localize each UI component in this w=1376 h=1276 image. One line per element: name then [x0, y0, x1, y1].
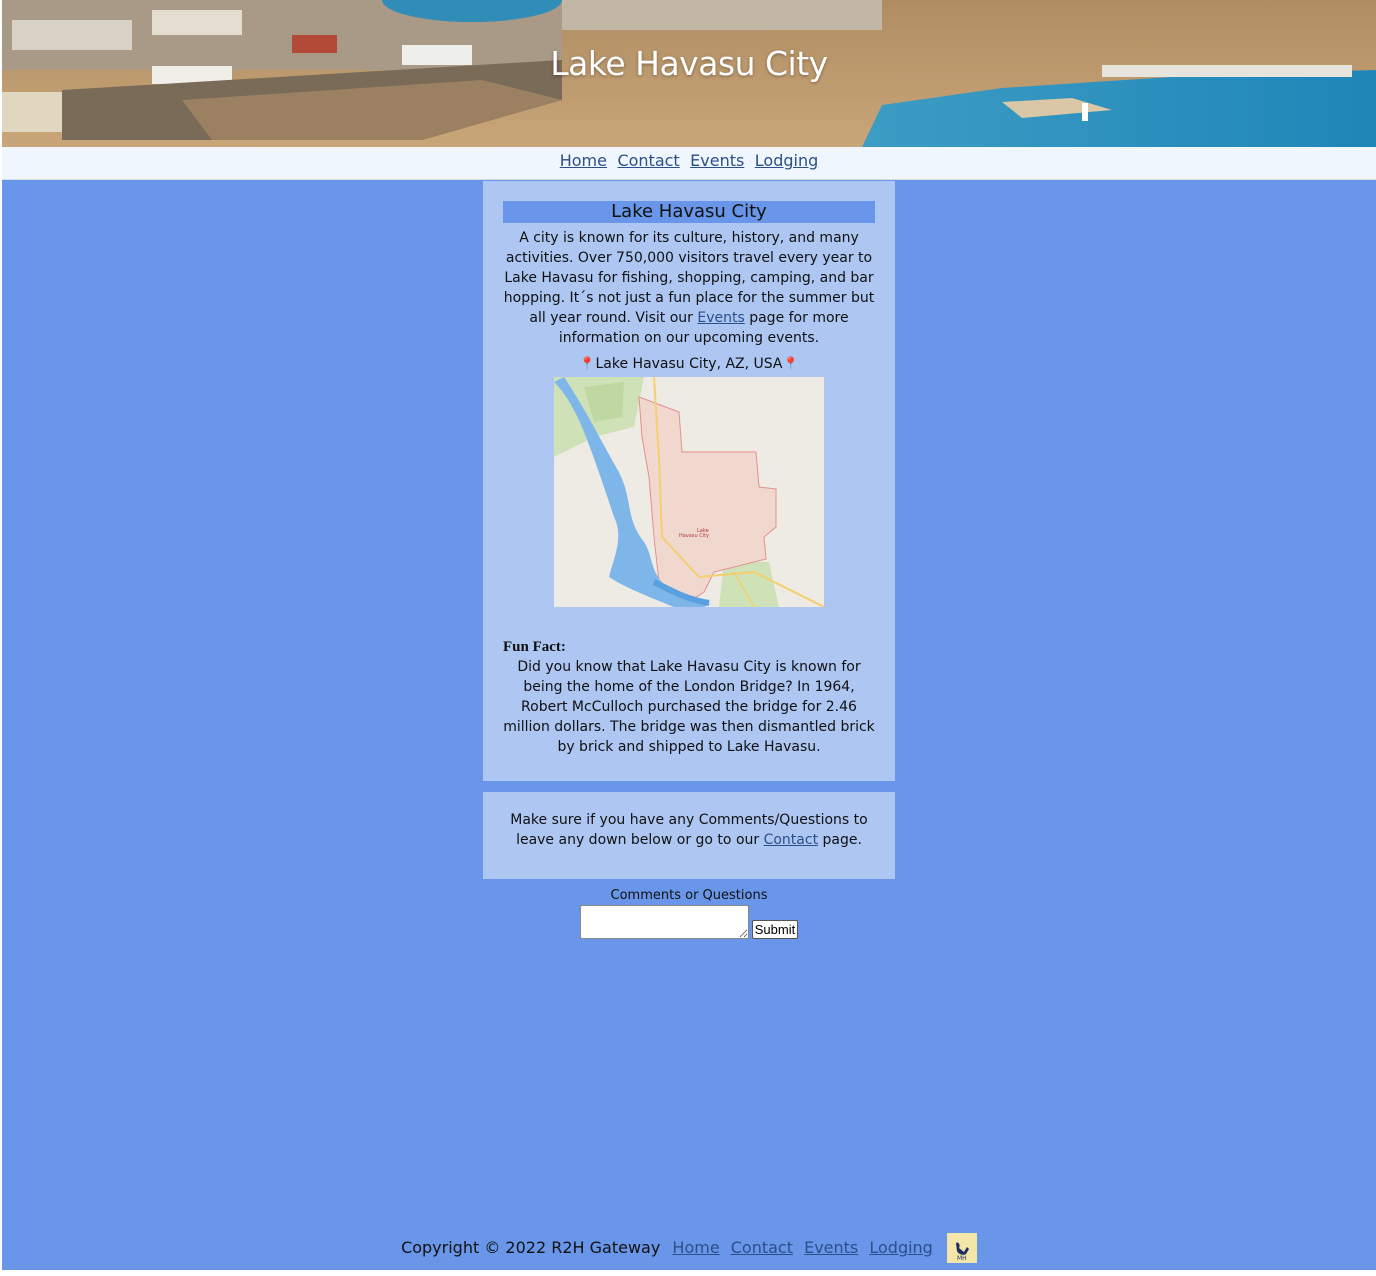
- location-line: 📍Lake Havasu City, AZ, USA📍: [503, 354, 875, 375]
- logo-graphic: MH: [955, 1242, 969, 1262]
- comments-textarea[interactable]: [579, 905, 749, 939]
- pin-icon-right: 📍: [782, 357, 799, 372]
- submit-button[interactable]: Submit: [751, 920, 799, 939]
- comments-text-end: page.: [818, 832, 862, 848]
- section-heading: Lake Havasu City: [503, 201, 875, 223]
- main-card: Lake Havasu City A city is known for its…: [483, 181, 895, 781]
- map-graphic: Lake Havasu City: [554, 377, 824, 607]
- funfact-title: Fun Fact:: [503, 639, 566, 655]
- form-row: Submit: [483, 905, 895, 939]
- footer-inner: Copyright © 2022 R2H Gateway Home Contac…: [401, 1237, 936, 1259]
- nav-lodging-link[interactable]: Lodging: [755, 151, 818, 170]
- funfact-text: Did you know that Lake Havasu City is kn…: [503, 659, 875, 755]
- page: Lake Havasu City Home Contact Events Lod…: [2, 0, 1376, 1270]
- comment-form: Comments or Questions Submit: [483, 887, 895, 939]
- nav-home-link[interactable]: Home: [560, 151, 607, 170]
- svg-text:MH: MH: [957, 1255, 967, 1262]
- footer: Copyright © 2022 R2H Gateway Home Contac…: [2, 1233, 1376, 1265]
- copyright-text: Copyright © 2022 R2H Gateway: [401, 1238, 661, 1257]
- location-label: Lake Havasu City, AZ, USA: [595, 356, 783, 372]
- hero-banner: Lake Havasu City: [2, 0, 1376, 147]
- footer-home-link[interactable]: Home: [672, 1238, 719, 1257]
- svg-text:Havasu City: Havasu City: [679, 533, 709, 539]
- footer-contact-link[interactable]: Contact: [731, 1238, 793, 1257]
- comments-card: Make sure if you have any Comments/Quest…: [483, 792, 895, 879]
- nav-contact-link[interactable]: Contact: [617, 151, 679, 170]
- site-title: Lake Havasu City: [550, 44, 828, 83]
- top-nav: Home Contact Events Lodging: [2, 147, 1376, 180]
- pin-icon: 📍: [579, 357, 596, 372]
- intro-paragraph: A city is known for its culture, history…: [503, 228, 875, 348]
- footer-events-link[interactable]: Events: [804, 1238, 858, 1257]
- nav-events-link[interactable]: Events: [690, 151, 744, 170]
- city-map[interactable]: Lake Havasu City: [554, 377, 824, 607]
- contact-inline-link[interactable]: Contact: [764, 832, 818, 848]
- footer-lodging-link[interactable]: Lodging: [869, 1238, 932, 1257]
- brand-logo-icon: MH: [946, 1233, 977, 1263]
- events-inline-link[interactable]: Events: [697, 310, 744, 326]
- comments-label: Comments or Questions: [610, 888, 768, 903]
